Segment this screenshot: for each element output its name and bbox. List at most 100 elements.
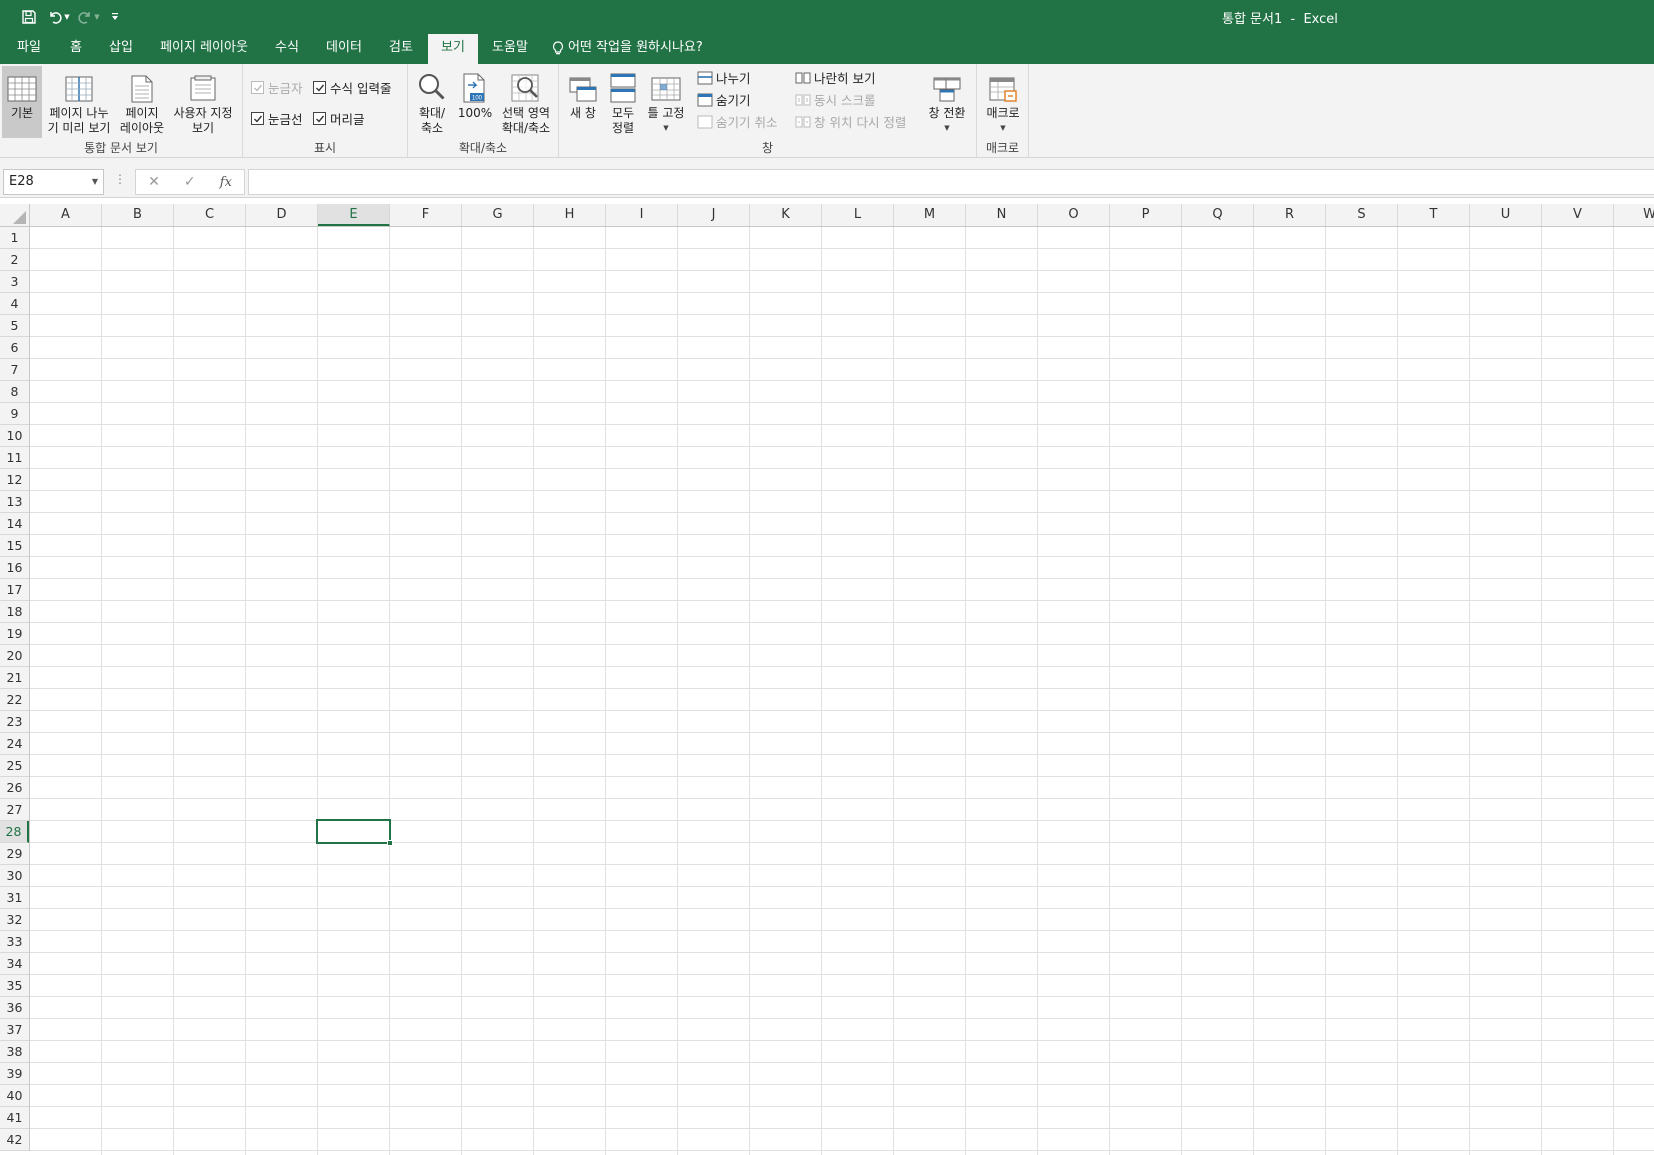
row-header-41[interactable]: 41 [0,1107,29,1129]
row-header-24[interactable]: 24 [0,733,29,755]
row-header-7[interactable]: 7 [0,359,29,381]
column-header-j[interactable]: J [678,204,750,226]
column-header-m[interactable]: M [894,204,966,226]
row-header-29[interactable]: 29 [0,843,29,865]
freeze-panes-button[interactable]: 틀 고정 ▼ [643,66,689,136]
zoom-to-selection-button[interactable]: 선택 영역 확대/축소 [496,66,556,136]
row-header-33[interactable]: 33 [0,931,29,953]
row-header-4[interactable]: 4 [0,293,29,315]
column-header-l[interactable]: L [822,204,894,226]
tab-file[interactable]: 파일 [8,34,50,64]
column-header-e[interactable]: E [318,204,390,226]
tab-home[interactable]: 홈 [60,34,92,64]
row-header-11[interactable]: 11 [0,447,29,469]
row-header-17[interactable]: 17 [0,579,29,601]
active-cell[interactable] [316,819,393,846]
customize-qat-button[interactable] [102,6,128,28]
enter-check-icon[interactable]: ✓ [184,174,196,190]
row-header-39[interactable]: 39 [0,1063,29,1085]
column-header-q[interactable]: Q [1182,204,1254,226]
hide-window-button[interactable]: 숨기기 [697,90,751,109]
row-header-2[interactable]: 2 [0,249,29,271]
custom-views-button[interactable]: 사용자 지정 보기 [168,66,238,136]
row-header-27[interactable]: 27 [0,799,29,821]
insert-function-icon[interactable]: fx [220,175,232,190]
column-header-h[interactable]: H [534,204,606,226]
zoom-100-button[interactable]: 100 100% [456,66,494,121]
row-header-21[interactable]: 21 [0,667,29,689]
save-button[interactable] [16,6,42,28]
row-header-28[interactable]: 28 [0,821,29,843]
page-break-preview-button[interactable]: 페이지 나누 기 미리 보기 [44,66,114,136]
row-header-6[interactable]: 6 [0,337,29,359]
row-header-42[interactable]: 42 [0,1129,29,1151]
name-box[interactable]: E28 ▼ [3,169,104,195]
row-header-26[interactable]: 26 [0,777,29,799]
row-header-32[interactable]: 32 [0,909,29,931]
formula-bar-checkbox[interactable]: 수식 입력줄 [313,78,391,97]
column-header-s[interactable]: S [1326,204,1398,226]
row-header-13[interactable]: 13 [0,491,29,513]
headings-checkbox[interactable]: 머리글 [313,109,365,128]
column-header-n[interactable]: N [966,204,1038,226]
tab-formulas[interactable]: 수식 [266,34,308,64]
macros-button[interactable]: 매크로 ▼ [981,66,1025,136]
tell-me-search[interactable]: 어떤 작업을 원하시나요? [552,34,703,62]
view-side-by-side-button[interactable]: 나란히 보기 [795,68,875,87]
reset-window-position-button[interactable]: 창 위치 다시 정렬 [795,112,906,131]
arrange-all-button[interactable]: 모두 정렬 [605,66,641,136]
row-header-16[interactable]: 16 [0,557,29,579]
column-header-c[interactable]: C [174,204,246,226]
column-header-v[interactable]: V [1542,204,1614,226]
column-header-r[interactable]: R [1254,204,1326,226]
row-header-30[interactable]: 30 [0,865,29,887]
redo-dropdown-button[interactable]: ▼ [92,6,102,28]
row-header-34[interactable]: 34 [0,953,29,975]
row-header-14[interactable]: 14 [0,513,29,535]
row-header-40[interactable]: 40 [0,1085,29,1107]
row-header-9[interactable]: 9 [0,403,29,425]
fill-handle[interactable] [387,840,393,846]
unhide-window-button[interactable]: 숨기기 취소 [697,112,777,131]
column-header-t[interactable]: T [1398,204,1470,226]
column-header-f[interactable]: F [390,204,462,226]
tab-page-layout[interactable]: 페이지 레이아웃 [152,34,256,64]
row-header-31[interactable]: 31 [0,887,29,909]
cells-area[interactable] [30,227,1654,1155]
row-header-10[interactable]: 10 [0,425,29,447]
row-header-19[interactable]: 19 [0,623,29,645]
column-header-i[interactable]: I [606,204,678,226]
tab-insert[interactable]: 삽입 [100,34,142,64]
formula-input[interactable] [248,169,1654,195]
gridlines-checkbox[interactable]: 눈금선 [251,109,303,128]
row-header-36[interactable]: 36 [0,997,29,1019]
row-header-35[interactable]: 35 [0,975,29,997]
new-window-button[interactable]: 새 창 [565,66,601,121]
row-header-37[interactable]: 37 [0,1019,29,1041]
row-header-12[interactable]: 12 [0,469,29,491]
row-header-8[interactable]: 8 [0,381,29,403]
zoom-button[interactable]: 확대/ 축소 [412,66,452,136]
column-header-k[interactable]: K [750,204,822,226]
row-header-25[interactable]: 25 [0,755,29,777]
row-header-5[interactable]: 5 [0,315,29,337]
column-header-g[interactable]: G [462,204,534,226]
row-header-38[interactable]: 38 [0,1041,29,1063]
ruler-checkbox[interactable]: 눈금자 [251,78,303,97]
row-header-22[interactable]: 22 [0,689,29,711]
column-header-d[interactable]: D [246,204,318,226]
synchronous-scrolling-button[interactable]: 동시 스크롤 [795,90,875,109]
row-header-15[interactable]: 15 [0,535,29,557]
column-header-a[interactable]: A [30,204,102,226]
tab-data[interactable]: 데이터 [318,34,370,64]
row-header-18[interactable]: 18 [0,601,29,623]
column-header-w[interactable]: W [1614,204,1654,226]
column-header-b[interactable]: B [102,204,174,226]
tab-help[interactable]: 도움말 [484,34,536,64]
column-header-u[interactable]: U [1470,204,1542,226]
column-header-o[interactable]: O [1038,204,1110,226]
page-layout-view-button[interactable]: 페이지 레이아웃 [116,66,168,136]
switch-windows-button[interactable]: 창 전환 ▼ [921,66,973,136]
name-box-dropdown-icon[interactable]: ▼ [92,170,98,194]
column-header-p[interactable]: P [1110,204,1182,226]
